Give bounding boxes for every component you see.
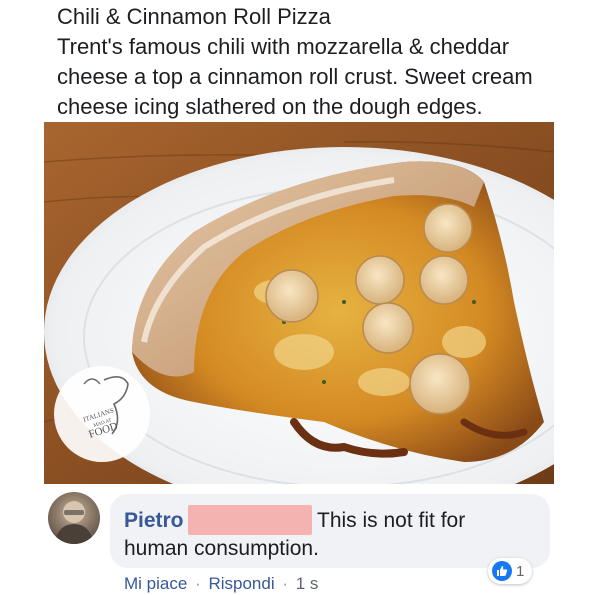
pizza-photo-illustration: ITALIANS MAD AT FOOD [44,122,554,484]
post-photo[interactable]: ITALIANS MAD AT FOOD [44,122,554,484]
reaction-count: 1 [516,562,525,580]
comment-actions: Mi piace · Rispondi · 1 s [124,574,318,594]
reply-link[interactable]: Rispondi [208,574,274,593]
separator: · [282,574,289,593]
post-description-line: cheese a top a cinnamon roll crust. Swee… [57,64,533,89]
like-link[interactable]: Mi piace [124,574,187,593]
comment-timestamp[interactable]: 1 s [296,574,319,593]
thumbs-up-icon [492,561,512,581]
user-avatar-icon [54,501,94,544]
comment-text: This is not fit for [317,509,466,532]
post-title: Chili & Cinnamon Roll Pizza [57,4,331,29]
comment: Pietro This is not fit for human consump… [0,484,599,595]
avatar[interactable] [48,492,100,544]
post-text: Chili & Cinnamon Roll Pizza Trent's famo… [57,2,577,122]
post-description-line: cheese icing slathered on the dough edge… [57,94,483,119]
redacted-name [188,505,312,535]
separator: · [195,574,201,593]
post-description-line: Trent's famous chili with mozzarella & c… [57,34,510,59]
reaction-summary[interactable]: 1 [488,558,533,584]
comment-author[interactable]: Pietro [124,509,184,533]
comment-text: human consumption. [124,537,319,560]
